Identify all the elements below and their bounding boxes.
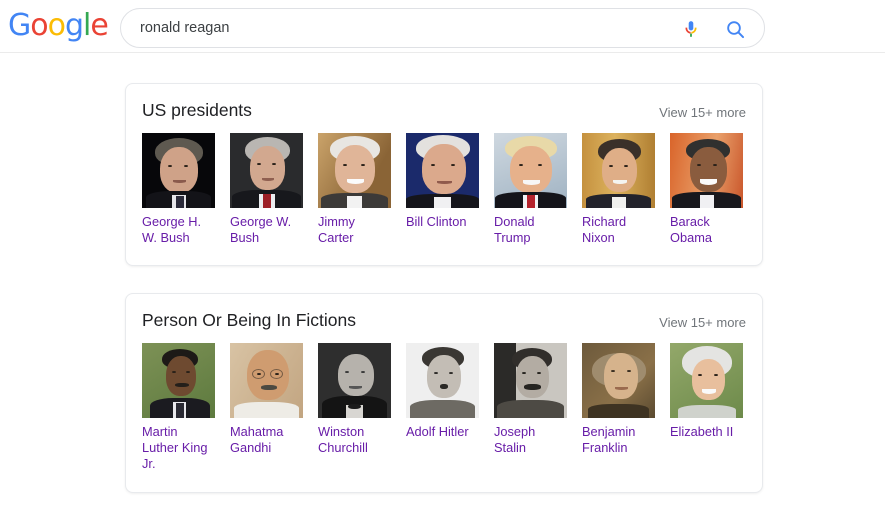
card-title: Person Or Being In Fictions	[142, 310, 356, 330]
logo-letter-G: G	[8, 8, 31, 43]
tile-richard-nixon[interactable]: Richard Nixon	[582, 133, 655, 246]
logo-letter-l: l	[83, 8, 91, 43]
tile-mahatma-gandhi[interactable]: Mahatma Gandhi	[230, 343, 303, 456]
tile-label: Joseph Stalin	[494, 424, 536, 455]
tile-label: Adolf Hitler	[406, 424, 469, 439]
tile-george-hw-bush[interactable]: George H. W. Bush	[142, 133, 215, 246]
portrait-barack-obama	[670, 133, 743, 208]
tile-adolf-hitler[interactable]: Adolf Hitler	[406, 343, 479, 440]
tile-jimmy-carter[interactable]: Jimmy Carter	[318, 133, 391, 246]
portrait-joseph-stalin	[494, 343, 567, 418]
tile-elizabeth-ii[interactable]: Elizabeth II	[670, 343, 743, 440]
tile-benjamin-franklin[interactable]: Benjamin Franklin	[582, 343, 655, 456]
tile-george-w-bush[interactable]: George W. Bush	[230, 133, 303, 246]
tile-label: Winston Churchill	[318, 424, 368, 455]
view-more-link[interactable]: View 15+ more	[659, 315, 746, 330]
microphone-icon[interactable]	[680, 18, 702, 40]
tile-label: Jimmy Carter	[318, 214, 355, 245]
portrait-george-hw-bush	[142, 133, 215, 208]
search-icon[interactable]	[725, 19, 746, 40]
tile-bill-clinton[interactable]: Bill Clinton	[406, 133, 479, 230]
logo-letter-o2: o	[47, 8, 66, 43]
portrait-winston-churchill	[318, 343, 391, 418]
google-logo[interactable]: Google	[8, 8, 109, 43]
portrait-martin-luther-king-jr	[142, 343, 215, 418]
logo-letter-o1: o	[30, 8, 48, 43]
tile-label: Benjamin Franklin	[582, 424, 636, 455]
tile-barack-obama[interactable]: Barack Obama	[670, 133, 743, 246]
tile-label: Mahatma Gandhi	[230, 424, 284, 455]
card-title: US presidents	[142, 100, 252, 120]
portrait-jimmy-carter	[318, 133, 391, 208]
search-box[interactable]	[120, 8, 765, 48]
portrait-richard-nixon	[582, 133, 655, 208]
knowledge-card-us-presidents: US presidents View 15+ more George H. W.…	[125, 83, 763, 266]
knowledge-card-person-or-being-in-fictions: Person Or Being In Fictions View 15+ mor…	[125, 293, 763, 493]
portrait-george-w-bush	[230, 133, 303, 208]
tile-label: George H. W. Bush	[142, 214, 202, 245]
tile-label: Donald Trump	[494, 214, 535, 245]
tile-label: Bill Clinton	[406, 214, 467, 229]
tile-label: George W. Bush	[230, 214, 292, 245]
tile-label: Barack Obama	[670, 214, 712, 245]
portrait-elizabeth-ii	[670, 343, 743, 418]
tile-martin-luther-king-jr[interactable]: Martin Luther King Jr.	[142, 343, 215, 472]
tile-donald-trump[interactable]: Donald Trump	[494, 133, 567, 246]
tile-label: Martin Luther King Jr.	[142, 424, 208, 471]
tile-winston-churchill[interactable]: Winston Churchill	[318, 343, 391, 456]
tile-joseph-stalin[interactable]: Joseph Stalin	[494, 343, 567, 456]
portrait-benjamin-franklin	[582, 343, 655, 418]
logo-letter-e: e	[90, 8, 108, 43]
search-header: Google	[0, 0, 885, 53]
view-more-link[interactable]: View 15+ more	[659, 105, 746, 120]
tile-label: Elizabeth II	[670, 424, 734, 439]
portrait-adolf-hitler	[406, 343, 479, 418]
tile-label: Richard Nixon	[582, 214, 627, 245]
search-input[interactable]	[138, 9, 678, 47]
logo-letter-g: g	[64, 8, 84, 43]
portrait-mahatma-gandhi	[230, 343, 303, 418]
portrait-donald-trump	[494, 133, 567, 208]
portrait-bill-clinton	[406, 133, 479, 208]
